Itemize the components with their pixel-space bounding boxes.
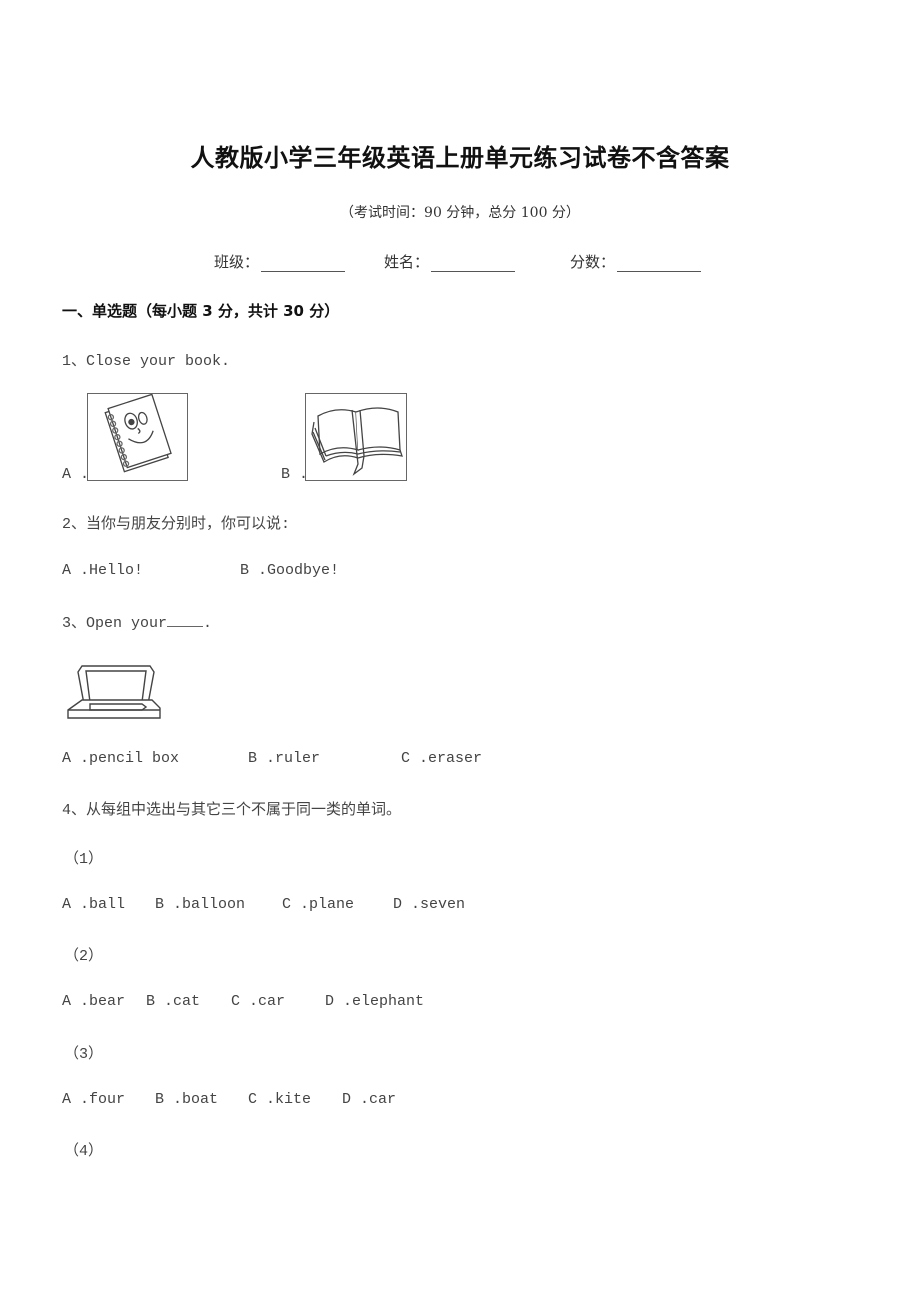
group-2-option-c[interactable]: C .car: [231, 993, 285, 1010]
group-1-label: （1）: [64, 851, 104, 868]
notebook-cartoon-image[interactable]: [87, 393, 188, 481]
group-3-option-d[interactable]: D .car: [342, 1091, 396, 1108]
score-label: 分数：: [570, 253, 616, 271]
group-1-option-d[interactable]: D .seven: [393, 896, 465, 913]
question-1-option-a-label[interactable]: A .: [62, 466, 89, 483]
group-3-option-a[interactable]: A .four: [62, 1091, 125, 1108]
question-2-prompt: 2、当你与朋友分别时，你可以说:: [62, 516, 291, 533]
name-field: 姓名：: [384, 251, 516, 272]
class-label: 班级：: [214, 253, 260, 271]
score-field: 分数：: [570, 251, 702, 272]
name-blank[interactable]: [431, 257, 516, 272]
group-3-option-c[interactable]: C .kite: [248, 1091, 311, 1108]
group-1-option-b[interactable]: B .balloon: [155, 896, 245, 913]
class-field: 班级：: [214, 251, 346, 272]
open-book-image[interactable]: [305, 393, 407, 481]
question-2-option-a[interactable]: A .Hello!: [62, 562, 143, 579]
exam-time-info: （考试时间：90 分钟，总分 100 分）: [340, 205, 580, 221]
pencil-box-image: [64, 658, 164, 722]
question-3-option-b[interactable]: B .ruler: [248, 750, 320, 767]
group-4-label: （4）: [64, 1143, 104, 1160]
question-3-prompt-text: 3、Open your: [62, 615, 168, 632]
question-3-blank[interactable]: [167, 613, 204, 627]
question-1-prompt: 1、Close your book.: [62, 353, 231, 370]
name-label: 姓名：: [384, 253, 430, 271]
group-2-option-a[interactable]: A .bear: [62, 993, 125, 1010]
open-book-icon: [311, 407, 403, 476]
group-3-option-b[interactable]: B .boat: [155, 1091, 218, 1108]
group-3-label: （3）: [64, 1046, 104, 1063]
group-2-label: （2）: [64, 948, 104, 965]
group-1-option-c[interactable]: C .plane: [282, 896, 354, 913]
question-3-prompt-end: .: [203, 615, 213, 632]
question-3-prompt: 3、Open your.: [62, 611, 212, 632]
group-2-option-d[interactable]: D .elephant: [325, 993, 424, 1010]
score-blank[interactable]: [617, 257, 702, 272]
group-1-option-a[interactable]: A .ball: [62, 896, 125, 913]
question-3-option-c[interactable]: C .eraser: [401, 750, 482, 767]
notebook-icon: [104, 393, 172, 473]
question-2-option-b[interactable]: B .Goodbye!: [240, 562, 339, 579]
question-1-option-b-label[interactable]: B .: [281, 466, 308, 483]
class-blank[interactable]: [261, 257, 346, 272]
question-4-prompt: 4、从每组中选出与其它三个不属于同一类的单词。: [62, 802, 402, 819]
section-heading: 一、单选题（每小题 3 分，共计 30 分）: [62, 302, 340, 320]
group-2-option-b[interactable]: B .cat: [146, 993, 200, 1010]
question-3-option-a[interactable]: A .pencil box: [62, 750, 179, 767]
page-title: 人教版小学三年级英语上册单元练习试卷不含答案: [190, 144, 730, 172]
pencil-box-icon: [67, 665, 161, 719]
